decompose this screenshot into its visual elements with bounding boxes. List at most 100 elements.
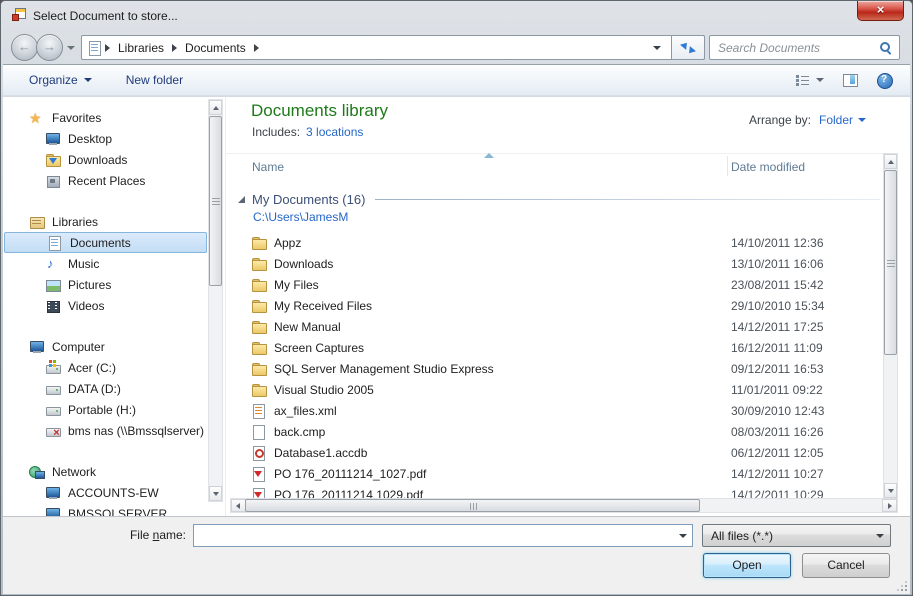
breadcrumb-libraries[interactable]: Libraries <box>112 41 170 55</box>
resize-grip[interactable] <box>897 581 907 591</box>
locations-link[interactable]: 3 locations <box>306 125 363 139</box>
file-row[interactable]: PO 176_20111214_1027.pdf14/12/2011 10:27 <box>226 463 910 484</box>
sidebar-item-portable-h[interactable]: Portable (H:) <box>3 399 208 420</box>
sidebar-item-videos[interactable]: Videos <box>3 295 208 316</box>
folder-icon <box>251 256 267 272</box>
file-row[interactable]: My Received Files29/10/2010 15:34 <box>226 295 910 316</box>
scroll-down-button[interactable] <box>884 483 897 498</box>
sidebar-item-acer-c[interactable]: Acer (C:) <box>3 357 208 378</box>
sidebar-item-documents[interactable]: Documents <box>4 232 207 253</box>
breadcrumb-arrow-icon[interactable] <box>172 44 177 52</box>
sidebar-section-libraries[interactable]: Libraries <box>3 211 208 232</box>
file-row[interactable]: Visual Studio 200511/01/2011 09:22 <box>226 379 910 400</box>
item-label: Desktop <box>68 132 112 146</box>
forward-button[interactable] <box>36 34 63 61</box>
open-button[interactable]: Open <box>703 553 791 578</box>
file-date: 14/10/2011 12:36 <box>731 236 824 250</box>
file-row[interactable]: ax_files.xml 30/09/2010 12:43 <box>226 400 910 421</box>
folder-icon <box>251 277 267 293</box>
arrange-by-value[interactable]: Folder <box>819 113 853 127</box>
breadcrumb-arrow-icon[interactable] <box>254 44 259 52</box>
file-type-select[interactable]: All files (*.*) <box>702 524 891 547</box>
scroll-right-button[interactable] <box>882 499 897 512</box>
sidebar-item-music[interactable]: Music <box>3 253 208 274</box>
item-label: Music <box>68 257 99 271</box>
preview-pane-button[interactable] <box>842 72 858 88</box>
cancel-button[interactable]: Cancel <box>802 553 890 578</box>
new-folder-button[interactable]: New folder <box>126 73 183 87</box>
offline-network-drive-icon <box>45 423 61 439</box>
search-input[interactable] <box>716 38 876 57</box>
column-header-date-modified[interactable]: Date modified <box>731 160 805 174</box>
file-name: back.cmp <box>274 425 325 439</box>
help-button[interactable] <box>876 72 892 88</box>
address-bar[interactable]: Libraries Documents <box>81 35 705 60</box>
list-vertical-scrollbar[interactable] <box>883 153 898 499</box>
scroll-down-button[interactable] <box>209 486 222 501</box>
sidebar-item-downloads[interactable]: Downloads <box>3 149 208 170</box>
file-row[interactable]: Database1.accdb06/12/2011 12:05 <box>226 442 910 463</box>
file-name-combo[interactable] <box>193 524 693 547</box>
file-name: Visual Studio 2005 <box>274 383 374 397</box>
breadcrumb-documents[interactable]: Documents <box>179 41 252 55</box>
organize-button[interactable]: Organize <box>29 73 92 87</box>
file-name: ax_files.xml <box>274 404 337 418</box>
sidebar-item-bms-nas[interactable]: bms nas (\\Bmssqlserver) (M <box>3 420 208 441</box>
file-name: Appz <box>274 236 301 250</box>
chevron-down-icon <box>816 78 824 82</box>
sidebar-section-favorites[interactable]: Favorites <box>3 107 208 128</box>
scrollbar-thumb[interactable] <box>209 116 222 286</box>
file-row[interactable]: SQL Server Management Studio Express09/1… <box>226 358 910 379</box>
arrange-by-control[interactable]: Arrange by: Folder <box>749 113 866 127</box>
address-dropdown-chevron-icon[interactable] <box>653 46 661 50</box>
file-row[interactable]: back.cmp08/03/2011 16:26 <box>226 421 910 442</box>
scroll-up-button[interactable] <box>209 100 222 115</box>
file-row[interactable]: Appz 14/10/2011 12:36 <box>226 232 910 253</box>
help-icon <box>876 72 892 88</box>
sidebar-item-recent-places[interactable]: Recent Places <box>3 170 208 191</box>
sidebar-item-desktop[interactable]: Desktop <box>3 128 208 149</box>
documents-icon <box>47 235 63 251</box>
file-name-input[interactable] <box>196 527 672 544</box>
item-label: Recent Places <box>68 174 145 188</box>
back-button[interactable] <box>11 34 38 61</box>
sort-ascending-icon[interactable] <box>484 153 494 158</box>
group-header[interactable]: My Documents (16) <box>238 190 880 208</box>
group-title[interactable]: My Documents (16) <box>252 192 365 207</box>
sidebar-item-data-d[interactable]: DATA (D:) <box>3 378 208 399</box>
column-divider[interactable] <box>727 156 728 176</box>
close-button[interactable] <box>857 1 904 21</box>
file-date: 06/12/2011 12:05 <box>731 446 824 460</box>
sidebar-item-accounts-ew[interactable]: ACCOUNTS-EW <box>3 482 208 503</box>
sidebar-item-bmssqlserver[interactable]: BMSSQLSERVER <box>3 503 208 516</box>
search-box[interactable] <box>709 35 900 60</box>
file-name-dropdown-button[interactable] <box>675 525 692 546</box>
change-view-button[interactable] <box>794 72 824 88</box>
sidebar-item-pictures[interactable]: Pictures <box>3 274 208 295</box>
xml-file-icon <box>251 403 267 419</box>
pictures-icon <box>45 277 61 293</box>
scrollbar-thumb[interactable] <box>884 170 897 355</box>
sidebar-scrollbar[interactable] <box>208 99 223 502</box>
item-label: Pictures <box>68 278 111 292</box>
navigation-pane: Favorites Desktop Downloads Recent Place… <box>3 97 208 516</box>
scrollbar-thumb[interactable] <box>245 499 700 512</box>
title-bar[interactable]: Select Document to store... <box>1 1 912 31</box>
sidebar-section-computer[interactable]: Computer <box>3 336 208 357</box>
recent-pages-chevron-icon[interactable] <box>67 46 75 50</box>
column-header-name[interactable]: Name <box>252 160 284 174</box>
file-type-dropdown-button[interactable] <box>872 526 889 545</box>
scroll-up-button[interactable] <box>884 154 897 169</box>
scroll-left-button[interactable] <box>231 499 246 512</box>
file-row[interactable]: Downloads13/10/2011 16:06 <box>226 253 910 274</box>
list-horizontal-scrollbar[interactable] <box>230 498 898 513</box>
file-date: 30/09/2010 12:43 <box>731 404 824 418</box>
refresh-button[interactable] <box>671 35 705 60</box>
search-icon[interactable] <box>879 41 893 55</box>
collapse-group-icon[interactable] <box>238 196 245 203</box>
breadcrumb-arrow-icon[interactable] <box>105 44 110 52</box>
file-row[interactable]: New Manual14/12/2011 17:25 <box>226 316 910 337</box>
sidebar-section-network[interactable]: Network <box>3 461 208 482</box>
file-row[interactable]: Screen Captures16/12/2011 11:09 <box>226 337 910 358</box>
file-row[interactable]: My Files23/08/2011 15:42 <box>226 274 910 295</box>
